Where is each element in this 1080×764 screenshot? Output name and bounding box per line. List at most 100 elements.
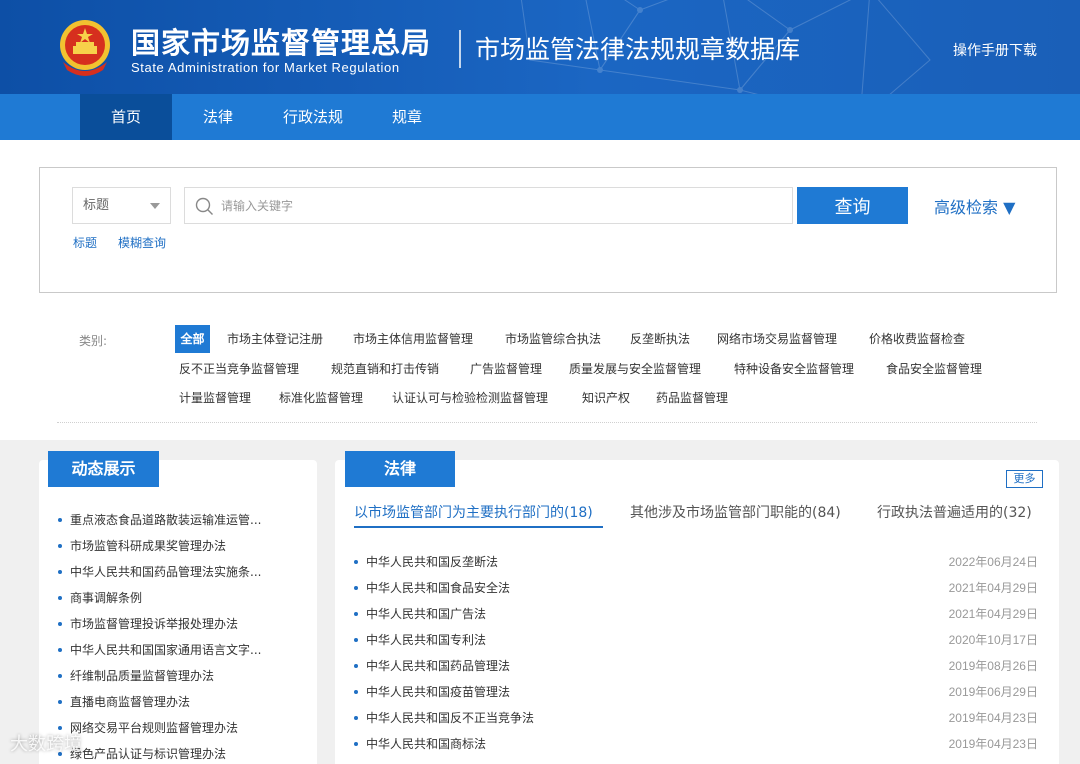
category-item[interactable]: 广告监督管理 — [470, 361, 542, 377]
search-input[interactable] — [221, 189, 781, 222]
dynamic-item-label: 绿色产品认证与标识管理办法 — [70, 747, 227, 761]
law-date: 2019年06月29日 — [948, 685, 1038, 699]
law-list-item[interactable]: 中华人民共和国商标法 2019年04月23日 — [354, 735, 1038, 755]
manual-download-link[interactable]: 操作手册下载 — [953, 40, 1037, 60]
law-name[interactable]: 中华人民共和国疫苗管理法 — [354, 683, 510, 700]
more-button[interactable]: 更多 — [1006, 470, 1043, 488]
dynamic-item-label: 网络交易平台规则监督管理办法 — [70, 721, 239, 735]
org-name-cn: 国家市场监督管理总局 — [131, 26, 432, 60]
nav-item-home[interactable]: 首页 — [80, 94, 172, 140]
dynamic-list-item[interactable]: 网络交易平台规则监督管理办法 — [58, 719, 238, 736]
search-field-select[interactable]: 标题 — [72, 187, 171, 224]
law-name[interactable]: 中华人民共和国商标法 — [354, 735, 486, 752]
nav-item-rules[interactable]: 规章 — [362, 94, 452, 140]
category-item[interactable]: 计量监督管理 — [179, 390, 251, 406]
law-tab-primary[interactable]: 以市场监管部门为主要执行部门的(18) — [354, 502, 593, 522]
dynamic-list-item[interactable]: 市场监督管理投诉举报处理办法 — [58, 615, 238, 632]
category-item[interactable]: 特种设备安全监督管理 — [734, 361, 854, 377]
category-item[interactable]: 市场监管综合执法 — [505, 331, 601, 347]
main-nav: 首页 法律 行政法规 规章 — [0, 94, 1080, 140]
law-name[interactable]: 中华人民共和国药品管理法 — [354, 657, 510, 674]
law-name-label: 中华人民共和国商标法 — [366, 737, 487, 751]
category-item[interactable]: 认证认可与检验检测监督管理 — [392, 390, 548, 406]
active-tab-underline — [354, 526, 603, 528]
category-item[interactable]: 价格收费监督检查 — [869, 331, 965, 347]
search-button[interactable]: 查询 — [797, 187, 908, 224]
category-item[interactable]: 知识产权 — [582, 390, 630, 406]
search-mode-fuzzy[interactable]: 模糊查询 — [118, 234, 166, 251]
bullet-icon — [58, 543, 62, 548]
chevron-down-icon — [150, 203, 160, 209]
bullet-icon — [354, 585, 358, 590]
category-item[interactable]: 规范直销和打击传销 — [331, 361, 439, 377]
search-field-select-value: 标题 — [83, 198, 110, 213]
org-name-en: State Administration for Market Regulati… — [131, 60, 400, 75]
law-name[interactable]: 中华人民共和国专利法 — [354, 631, 486, 648]
law-name-label: 中华人民共和国食品安全法 — [366, 581, 511, 595]
law-name-label: 中华人民共和国反垄断法 — [366, 555, 499, 569]
dynamic-panel-title: 动态展示 — [48, 451, 159, 487]
search-mode-title[interactable]: 标题 — [73, 234, 97, 251]
bullet-icon — [354, 715, 358, 720]
category-item[interactable]: 标准化监督管理 — [279, 390, 363, 406]
category-item[interactable]: 食品安全监督管理 — [886, 361, 982, 377]
dynamic-list-item[interactable]: 中华人民共和国药品管理法实施条... — [58, 563, 261, 580]
search-box — [39, 167, 1057, 293]
law-list-item[interactable]: 中华人民共和国专利法 2020年10月17日 — [354, 631, 1038, 651]
law-list-item[interactable]: 中华人民共和国广告法 2021年04月29日 — [354, 605, 1038, 625]
law-tab-general[interactable]: 行政执法普遍适用的(32) — [877, 502, 1032, 522]
dynamic-item-label: 直播电商监督管理办法 — [70, 695, 191, 709]
dynamic-item-label: 市场监管科研成果奖管理办法 — [70, 539, 227, 553]
dynamic-list-item[interactable]: 直播电商监督管理办法 — [58, 693, 190, 710]
dynamic-list-item[interactable]: 中华人民共和国国家通用语言文字... — [58, 641, 261, 658]
law-list-item[interactable]: 中华人民共和国疫苗管理法 2019年06月29日 — [354, 683, 1038, 703]
dynamic-list-item[interactable]: 商事调解条例 — [58, 589, 142, 606]
law-name[interactable]: 中华人民共和国食品安全法 — [354, 579, 510, 596]
advanced-search-link[interactable]: 高级检索 ▼ — [934, 194, 1015, 218]
category-item[interactable]: 网络市场交易监督管理 — [717, 331, 837, 347]
category-item[interactable]: 市场主体登记注册 — [227, 331, 323, 347]
national-emblem-icon — [60, 20, 110, 76]
category-item[interactable]: 药品监督管理 — [656, 390, 728, 406]
category-item[interactable]: 质量发展与安全监督管理 — [569, 361, 701, 377]
law-date: 2019年08月26日 — [948, 659, 1038, 673]
law-name[interactable]: 中华人民共和国反不正当竞争法 — [354, 709, 534, 726]
database-title: 市场监管法律法规规章数据库 — [475, 35, 801, 64]
site-header: 国家市场监督管理总局 State Administration for Mark… — [0, 0, 1080, 94]
title-separator — [459, 30, 461, 68]
bullet-icon — [354, 689, 358, 694]
law-list-item[interactable]: 中华人民共和国反不正当竞争法 2019年04月23日 — [354, 709, 1038, 729]
search-icon — [195, 197, 213, 215]
law-name[interactable]: 中华人民共和国反垄断法 — [354, 553, 498, 570]
category-all[interactable]: 全部 — [175, 325, 210, 353]
category-item[interactable]: 反不正当竞争监督管理 — [179, 361, 299, 377]
law-list-item[interactable]: 中华人民共和国反垄断法 2022年06月24日 — [354, 553, 1038, 573]
law-name[interactable]: 中华人民共和国广告法 — [354, 605, 486, 622]
nav-item-admin-regulations[interactable]: 行政法规 — [264, 94, 362, 140]
nav-item-law[interactable]: 法律 — [172, 94, 264, 140]
bullet-icon — [58, 621, 62, 626]
law-name-label: 中华人民共和国反不正当竞争法 — [366, 711, 535, 725]
category-item[interactable]: 反垄断执法 — [630, 331, 690, 347]
dynamic-list-item[interactable]: 纤维制品质量监督管理办法 — [58, 667, 214, 684]
law-date: 2021年04月29日 — [948, 607, 1038, 621]
dynamic-item-label: 纤维制品质量监督管理办法 — [70, 669, 215, 683]
dynamic-item-label: 中华人民共和国药品管理法实施条... — [70, 565, 262, 579]
law-name-label: 中华人民共和国专利法 — [366, 633, 487, 647]
search-input-wrapper — [184, 187, 793, 224]
law-date: 2020年10月17日 — [948, 633, 1038, 647]
category-label: 类别: — [79, 334, 108, 348]
law-name-label: 中华人民共和国疫苗管理法 — [366, 685, 511, 699]
category-item[interactable]: 市场主体信用监督管理 — [353, 331, 473, 347]
bullet-icon — [58, 673, 62, 678]
law-tab-other[interactable]: 其他涉及市场监管部门职能的(84) — [630, 502, 841, 522]
dynamic-list-item[interactable]: 绿色产品认证与标识管理办法 — [58, 745, 226, 762]
bullet-icon — [58, 699, 62, 704]
dynamic-list-item[interactable]: 重点液态食品道路散装运输准运管... — [58, 511, 261, 528]
law-list-item[interactable]: 中华人民共和国食品安全法 2021年04月29日 — [354, 579, 1038, 599]
bullet-icon — [354, 559, 358, 564]
bullet-icon — [58, 725, 62, 730]
dynamic-list-item[interactable]: 市场监管科研成果奖管理办法 — [58, 537, 226, 554]
law-list-item[interactable]: 中华人民共和国药品管理法 2019年08月26日 — [354, 657, 1038, 677]
bullet-icon — [58, 517, 62, 522]
